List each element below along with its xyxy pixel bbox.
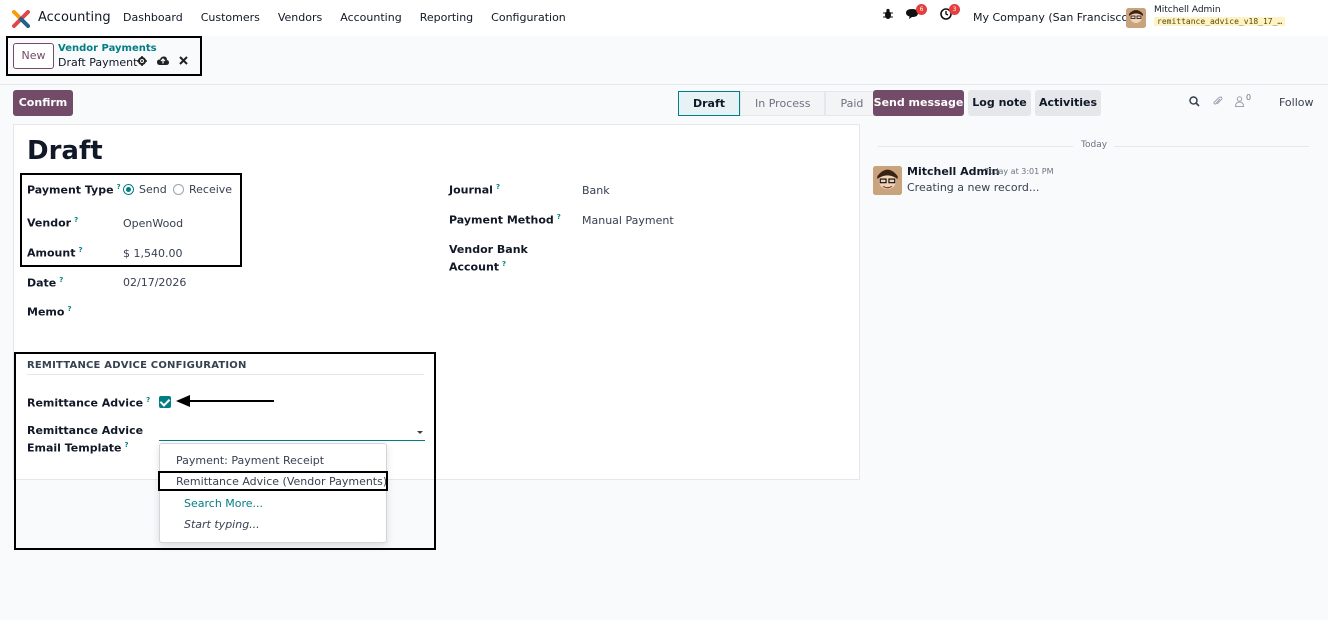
- chevron-down-icon[interactable]: [417, 431, 423, 434]
- dropdown-option-payment-receipt[interactable]: Payment: Payment Receipt: [176, 454, 324, 467]
- followers-count: 0: [1246, 93, 1252, 102]
- messages-badge: 6: [916, 4, 927, 15]
- help-icon[interactable]: ?: [557, 213, 561, 221]
- menu-reporting[interactable]: Reporting: [420, 11, 473, 24]
- user-avatar[interactable]: [1126, 8, 1146, 28]
- vendor-bank-label-line2: Account?: [449, 260, 507, 274]
- cloud-upload-icon[interactable]: [157, 56, 169, 66]
- remittance-section-title: REMITTANCE ADVICE CONFIGURATION: [27, 360, 247, 371]
- today-separator: Today: [1081, 140, 1108, 150]
- followers-button[interactable]: 0: [1235, 93, 1252, 107]
- menu-accounting[interactable]: Accounting: [340, 11, 401, 24]
- accounting-app-icon[interactable]: [12, 10, 30, 28]
- paperclip-icon[interactable]: [1212, 96, 1223, 107]
- menu-configuration[interactable]: Configuration: [491, 11, 566, 24]
- breadcrumb-current: Draft Payment: [58, 56, 138, 69]
- annotation-arrow-icon: [176, 395, 274, 407]
- activities-button[interactable]: 3: [940, 4, 960, 20]
- debug-icon[interactable]: [882, 8, 894, 20]
- messages-button[interactable]: 6: [905, 4, 927, 20]
- help-icon[interactable]: ?: [502, 260, 506, 268]
- radio-send[interactable]: [123, 184, 134, 195]
- email-template-input[interactable]: [159, 423, 425, 441]
- menu-dashboard[interactable]: Dashboard: [123, 11, 183, 24]
- vendor-bank-label-line1: Vendor Bank: [449, 243, 528, 256]
- user-icon: [1235, 96, 1244, 107]
- journal-field[interactable]: Bank: [582, 184, 610, 197]
- database-name: remittance_advice_v18_17_…: [1154, 17, 1286, 26]
- message-time: Today at 3:01 PM: [985, 167, 1054, 176]
- help-icon[interactable]: ?: [67, 305, 71, 313]
- gear-icon[interactable]: [137, 56, 147, 66]
- menu-customers[interactable]: Customers: [201, 11, 260, 24]
- record-actions: [137, 56, 188, 66]
- remittance-advice-checkbox[interactable]: [159, 396, 171, 408]
- discard-icon[interactable]: [179, 56, 188, 65]
- journal-label: Journal?: [449, 183, 500, 197]
- today-divider-left: [878, 146, 1073, 147]
- payment-method-field[interactable]: Manual Payment: [582, 214, 674, 227]
- payment-method-label: Payment Method?: [449, 213, 561, 227]
- menu-vendors[interactable]: Vendors: [278, 11, 322, 24]
- vendor-field[interactable]: OpenWood: [123, 217, 183, 230]
- main-menu: Dashboard Customers Vendors Accounting R…: [123, 11, 584, 24]
- help-icon[interactable]: ?: [78, 246, 82, 254]
- confirm-button[interactable]: Confirm: [13, 90, 73, 116]
- top-navbar: Accounting Dashboard Customers Vendors A…: [0, 0, 1328, 36]
- payment-type-label: Payment Type?: [27, 183, 121, 197]
- help-icon[interactable]: ?: [74, 216, 78, 224]
- remittance-advice-label: Remittance Advice?: [27, 396, 151, 410]
- dropdown-search-more[interactable]: Search More...: [184, 497, 263, 510]
- vendor-label: Vendor?: [27, 216, 79, 230]
- dropdown-start-typing: Start typing...: [184, 518, 260, 531]
- app-name[interactable]: Accounting: [38, 10, 111, 25]
- payment-type-send[interactable]: Send: [123, 183, 167, 196]
- template-label-line1: Remittance Advice: [27, 424, 144, 437]
- activities-badge: 3: [949, 4, 960, 15]
- help-icon[interactable]: ?: [117, 183, 121, 191]
- today-divider-right: [1114, 146, 1309, 147]
- stage-draft[interactable]: Draft: [678, 91, 741, 116]
- breadcrumb-parent[interactable]: Vendor Payments: [58, 43, 157, 54]
- memo-label: Memo?: [27, 305, 72, 319]
- payment-type-receive[interactable]: Receive: [173, 183, 232, 196]
- status-bar: Draft In Process Paid: [678, 91, 879, 116]
- radio-receive[interactable]: [173, 184, 184, 195]
- stage-paid[interactable]: Paid: [825, 91, 879, 116]
- stage-in-process[interactable]: In Process: [740, 91, 826, 116]
- send-message-button[interactable]: Send message: [873, 90, 964, 116]
- section-divider: [27, 374, 424, 375]
- message-body: Creating a new record...: [907, 181, 1040, 194]
- company-switcher[interactable]: My Company (San Francisco): [973, 11, 1132, 24]
- amount-label: Amount?: [27, 246, 83, 260]
- new-button[interactable]: New: [13, 43, 54, 69]
- record-title: Draft: [27, 136, 103, 166]
- activities-chatter-button[interactable]: Activities: [1035, 90, 1101, 116]
- help-icon[interactable]: ?: [496, 183, 500, 191]
- user-name[interactable]: Mitchell Admin: [1154, 5, 1221, 15]
- follow-button[interactable]: Follow: [1279, 96, 1314, 109]
- help-icon[interactable]: ?: [125, 441, 129, 449]
- control-panel-divider: [0, 84, 1328, 85]
- help-icon[interactable]: ?: [59, 276, 63, 284]
- chatter-tools: 0: [1189, 93, 1252, 107]
- search-icon[interactable]: [1189, 96, 1200, 107]
- template-label-line2: Email Template?: [27, 441, 129, 455]
- help-icon[interactable]: ?: [146, 396, 150, 404]
- date-field[interactable]: 02/17/2026: [123, 276, 186, 289]
- message-author-avatar[interactable]: [873, 166, 902, 195]
- date-label: Date?: [27, 276, 64, 290]
- log-note-button[interactable]: Log note: [968, 90, 1031, 116]
- dropdown-option-remittance-advice[interactable]: Remittance Advice (Vendor Payments): [176, 475, 387, 488]
- amount-field[interactable]: $ 1,540.00: [123, 247, 182, 260]
